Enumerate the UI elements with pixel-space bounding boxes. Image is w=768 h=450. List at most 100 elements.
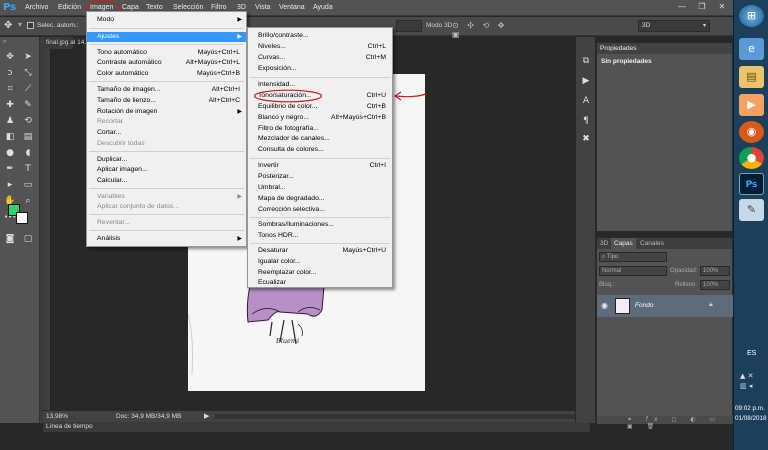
menu-filtro[interactable]: Filtro xyxy=(211,4,227,11)
layer-filter-select[interactable]: ⌕ Tipo xyxy=(599,252,667,262)
menu-item-sombras-iluminaciones[interactable]: Sombras/iluminaciones... xyxy=(248,220,392,230)
chrome-icon[interactable]: ● xyxy=(739,147,764,169)
menu-texto[interactable]: Texto xyxy=(146,4,163,11)
history-brush-icon[interactable]: ⟲ xyxy=(22,115,34,127)
menu-item-recortar[interactable]: Recortar xyxy=(87,117,246,127)
language-indicator[interactable]: ES xyxy=(747,350,756,357)
arrow-tool-icon[interactable]: ➤ xyxy=(22,51,34,63)
menu-item-consulta-colores[interactable]: Consulta de colores... xyxy=(248,145,392,155)
close-icon[interactable]: ✕ xyxy=(712,2,732,13)
menu-item-modo[interactable]: Modo ▶ xyxy=(87,15,246,25)
quick-mask-icon[interactable]: ◙ xyxy=(4,233,16,245)
zoom-level[interactable]: 13,98% xyxy=(46,413,68,420)
collapse-icon[interactable]: » xyxy=(3,39,6,45)
minimize-icon[interactable]: — xyxy=(672,2,692,13)
tools-panel-icon[interactable]: ✖ xyxy=(580,133,592,145)
menu-item-color-automatico[interactable]: Color automático Mayús+Ctrl+B xyxy=(87,69,246,79)
move-tool-icon[interactable]: ✥ xyxy=(4,20,12,31)
menu-item-variables[interactable]: Variables ▶ xyxy=(87,192,246,202)
screen-mode-icon[interactable]: ▢ xyxy=(22,233,34,245)
paragraph-panel-icon[interactable]: ¶ xyxy=(580,115,592,127)
workspace-select[interactable]: 3D ▾ xyxy=(638,20,710,32)
layer-row-fondo[interactable]: ◉ Fondo 🔒︎ xyxy=(597,295,734,317)
menu-item-aplicar-imagen[interactable]: Aplicar imagen... xyxy=(87,165,246,175)
eye-icon[interactable]: ◉ xyxy=(601,301,608,310)
menu-item-tamano-imagen[interactable]: Tamaño de imagen... Alt+Ctrl+I xyxy=(87,85,246,95)
menu-item-invertir[interactable]: Invertir Ctrl+I xyxy=(248,161,392,171)
menu-item-posterizar[interactable]: Posterizar... xyxy=(248,172,392,182)
tray-icons[interactable]: ▲ ✕ xyxy=(740,372,753,380)
menu-item-tonos-hdr[interactable]: Tonos HDR... xyxy=(248,231,392,241)
photoshop-taskbar-icon[interactable]: Ps xyxy=(739,173,764,195)
menu-edicion[interactable]: Edición xyxy=(58,4,81,11)
menu-item-blanco-negro[interactable]: Blanco y negro... Alt+Mayús+Ctrl+B xyxy=(248,113,392,123)
type-tool-icon[interactable]: T xyxy=(22,163,34,175)
clock-time[interactable]: 09:02 p.m. xyxy=(735,405,765,412)
menu-item-descubrir-todas[interactable]: Descubrir todas xyxy=(87,139,246,149)
history-panel-icon[interactable]: ⧉ xyxy=(580,55,592,67)
maximize-icon[interactable]: ❐ xyxy=(692,2,712,13)
gradient-tool-icon[interactable]: ▤ xyxy=(22,131,34,143)
status-arrow-icon[interactable]: ▶ xyxy=(204,412,209,420)
zoom-tool-icon[interactable]: ⌕ xyxy=(22,195,34,207)
layer-action-icons[interactable]: ⚭ fx ◻ ◐ ▭ ▣ 🗑︎ xyxy=(627,416,734,430)
ie-icon[interactable]: e xyxy=(739,38,764,60)
menu-ayuda[interactable]: Ayuda xyxy=(313,4,333,11)
menu-item-desaturar[interactable]: Desaturar Mayús+Ctrl+U xyxy=(248,246,392,256)
menu-item-ajustes[interactable]: Ajustes ▶ xyxy=(87,32,246,42)
blend-mode-select[interactable]: Normal xyxy=(599,266,667,276)
fill-input[interactable]: 100% xyxy=(700,280,730,290)
pen-tool-icon[interactable]: ✒ xyxy=(4,163,16,175)
menu-item-duplicar[interactable]: Duplicar... xyxy=(87,155,246,165)
path-select-icon[interactable]: ▸ xyxy=(4,179,16,191)
menu-item-reventar[interactable]: Reventar... xyxy=(87,218,246,228)
actions-panel-icon[interactable]: ▶ xyxy=(580,75,592,87)
blur-tool-icon[interactable]: ● xyxy=(4,147,16,159)
opacity-input[interactable]: 100% xyxy=(700,266,730,276)
shape-tool-icon[interactable]: ▭ xyxy=(22,179,34,191)
menu-item-tamano-lienzo[interactable]: Tamaño de lienzo... Alt+Ctrl+C xyxy=(87,96,246,106)
menu-item-calcular[interactable]: Calcular... xyxy=(87,176,246,186)
menu-vista[interactable]: Vista xyxy=(255,4,270,11)
eraser-tool-icon[interactable]: ◧ xyxy=(4,131,16,143)
menu-ventana[interactable]: Ventana xyxy=(279,4,305,11)
menu-3d[interactable]: 3D xyxy=(237,4,246,11)
eyedropper-tool-icon[interactable]: ⟋ xyxy=(22,83,34,95)
firefox-icon[interactable]: ◉ xyxy=(739,121,764,143)
horizontal-scrollbar[interactable] xyxy=(215,414,575,419)
menu-seleccion[interactable]: Selección xyxy=(173,4,203,11)
start-button-icon[interactable]: ⊞ xyxy=(739,5,764,27)
properties-panel-title[interactable]: Propiedades xyxy=(597,43,732,54)
menu-item-igualar-color[interactable]: Igualar color... xyxy=(248,257,392,267)
timeline-panel[interactable]: Línea de tiempo xyxy=(43,422,590,432)
menu-item-curvas[interactable]: Curvas... Ctrl+M xyxy=(248,53,392,63)
tool-preset-chevron-icon[interactable]: ▾ xyxy=(18,20,22,29)
menu-item-mezclador-canales[interactable]: Mezclador de canales... xyxy=(248,134,392,144)
menu-item-reemplazar-color[interactable]: Reemplazar color... xyxy=(248,268,392,278)
align-buttons[interactable] xyxy=(396,20,422,32)
healing-brush-icon[interactable]: ✚ xyxy=(4,99,16,111)
menu-item-analisis[interactable]: Análisis ▶ xyxy=(87,234,246,244)
menu-item-ecualizar[interactable]: Ecualizar xyxy=(248,278,392,288)
crop-tool-icon[interactable]: ⌗ xyxy=(4,83,16,95)
stamp-tool-icon[interactable]: ♟ xyxy=(4,115,16,127)
3d-mode-icons[interactable]: ⊙ ✣ ⟲ ✥ ▣ xyxy=(452,21,522,39)
menu-item-umbral[interactable]: Umbral... xyxy=(248,183,392,193)
menu-item-contraste-automatico[interactable]: Contraste automático Alt+Mayús+Ctrl+L xyxy=(87,58,246,68)
menu-capa[interactable]: Capa xyxy=(122,4,139,11)
quick-select-tool-icon[interactable]: ⤡ xyxy=(22,67,34,79)
menu-item-rotacion-imagen[interactable]: Rotación de imagen ▶ xyxy=(87,107,246,117)
dodge-tool-icon[interactable]: ◖ xyxy=(22,147,34,159)
character-panel-icon[interactable]: A xyxy=(580,95,592,107)
clock-date[interactable]: 01/08/2018 xyxy=(735,415,767,422)
lasso-tool-icon[interactable]: ↄ xyxy=(4,67,16,79)
menu-item-correccion-selectiva[interactable]: Corrección selectiva... xyxy=(248,205,392,215)
layer-name[interactable]: Fondo xyxy=(635,302,653,309)
menu-item-aplicar-conjunto-datos[interactable]: Aplicar conjunto de datos... xyxy=(87,202,246,212)
menu-item-mapa-degradado[interactable]: Mapa de degradado... xyxy=(248,194,392,204)
menu-item-equilibrio-color[interactable]: Equilibrio de color... Ctrl+B xyxy=(248,102,392,112)
tab-3d[interactable]: 3D xyxy=(597,238,611,249)
document-tab[interactable]: final.jpg al 14... xyxy=(43,37,90,49)
menu-item-filtro-fotografia[interactable]: Filtro de fotografía... xyxy=(248,124,392,134)
tab-capas[interactable]: Capas xyxy=(611,238,636,249)
